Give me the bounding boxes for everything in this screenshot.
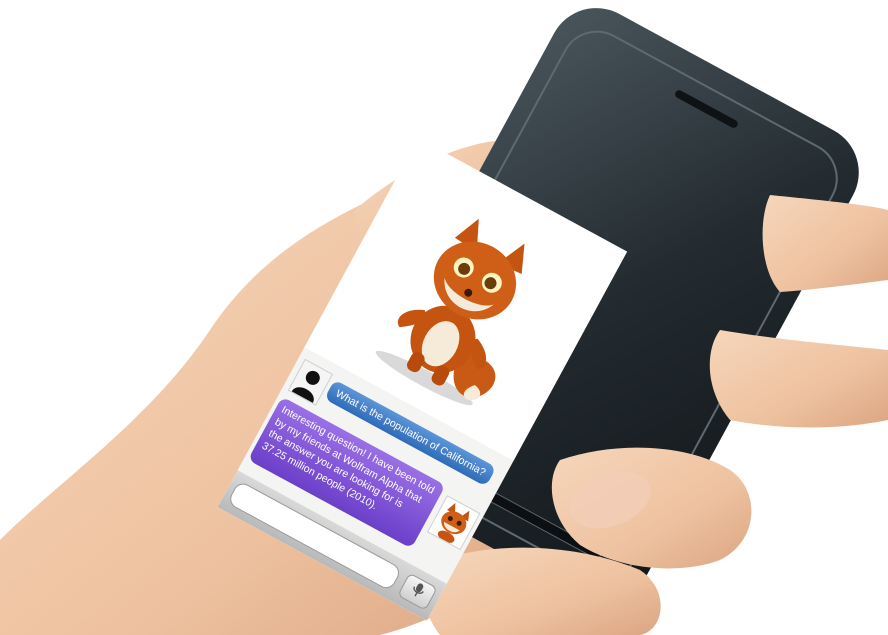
mic-button[interactable] <box>397 572 438 611</box>
hand-finger-middle <box>709 330 888 428</box>
fox-character-icon <box>348 183 579 426</box>
hand-finger-top <box>762 195 888 292</box>
user-silhouette-icon <box>287 358 334 406</box>
microphone-icon <box>407 580 428 604</box>
